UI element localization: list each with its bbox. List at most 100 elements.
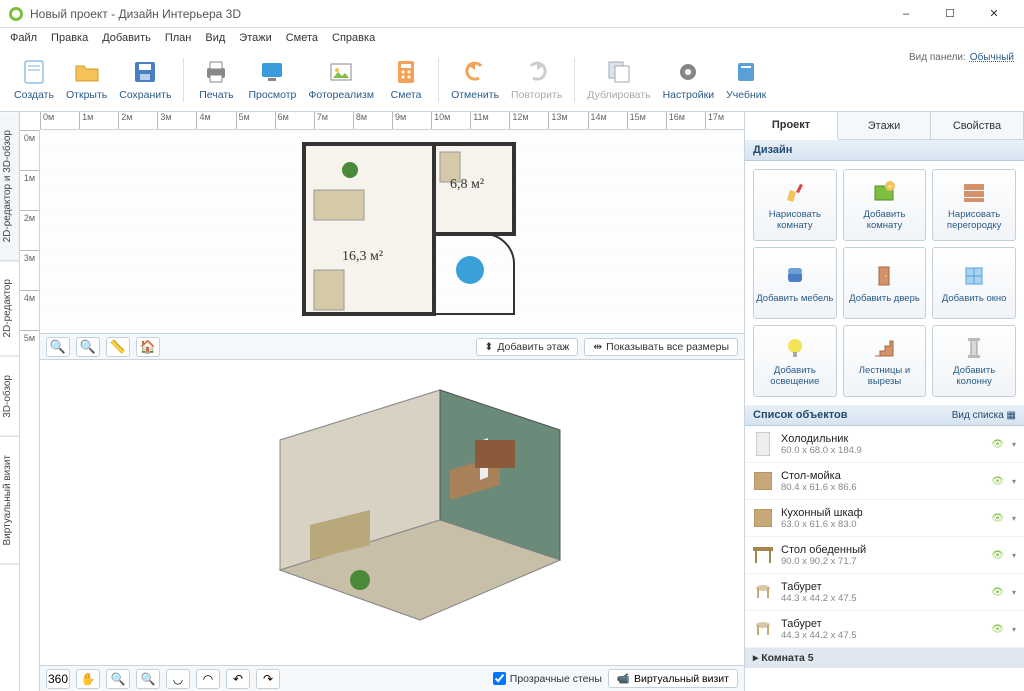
list-item[interactable]: Холодильник60.0 x 68.0 x 184.9👁▾ (745, 426, 1024, 463)
add-furniture-button[interactable]: Добавить мебель (753, 247, 837, 319)
tab-properties[interactable]: Свойства (931, 112, 1024, 139)
maximize-button[interactable]: ☐ (928, 1, 972, 27)
preview-button[interactable]: Просмотр (242, 56, 302, 103)
tab-floors[interactable]: Этажи (838, 112, 931, 139)
chevron-down-icon[interactable]: ▾ (1012, 477, 1016, 486)
measure-button[interactable]: 📏 (106, 337, 130, 357)
home-button[interactable]: 🏠 (136, 337, 160, 357)
printer-icon (200, 58, 232, 86)
zoom-out-3d-button[interactable]: 🔍 (106, 669, 130, 689)
chevron-down-icon[interactable]: ▾ (1012, 440, 1016, 449)
redo-icon (521, 58, 553, 86)
add-column-button[interactable]: Добавить колонну (932, 325, 1016, 397)
transparent-walls-checkbox[interactable]: Прозрачные стены (493, 672, 602, 685)
file-new-icon (18, 58, 50, 86)
objects-section-header: Список объектов Вид списка ▦ (745, 405, 1024, 426)
undo-icon (459, 58, 491, 86)
menu-plan[interactable]: План (165, 32, 192, 44)
vtab-2d[interactable]: 2D-редактор (0, 261, 19, 357)
pencil-icon (781, 178, 809, 206)
vertical-tabs: 2D-редактор и 3D-обзор 2D-редактор 3D-об… (0, 112, 20, 691)
visibility-icon[interactable]: 👁 (991, 439, 1004, 450)
list-item[interactable]: Стол-мойка80.4 x 61.6 x 86.6👁▾ (745, 463, 1024, 500)
tutorial-button[interactable]: Учебник (720, 56, 772, 103)
plan-3d-view[interactable]: 360 ✋ 🔍 🔍 ◡ ◠ ↶ ↷ Прозрачные стены 📹Вирт… (40, 360, 744, 691)
stairs-cutouts-button[interactable]: Лестницы и вырезы (843, 325, 927, 397)
add-floor-button[interactable]: ⬍Добавить этаж (476, 338, 579, 356)
close-button[interactable]: ✕ (972, 1, 1016, 27)
menu-edit[interactable]: Правка (51, 32, 88, 44)
duplicate-button[interactable]: Дублировать (581, 56, 656, 103)
estimate-button[interactable]: Смета (380, 56, 432, 103)
menu-help[interactable]: Справка (332, 32, 375, 44)
add-room-button[interactable]: +Добавить комнату (843, 169, 927, 241)
zoom-in-3d-button[interactable]: 🔍 (136, 669, 160, 689)
tilt-down-button[interactable]: ◡ (166, 669, 190, 689)
app-icon (8, 6, 24, 22)
menu-add[interactable]: Добавить (102, 32, 151, 44)
vtab-3d[interactable]: 3D-обзор (0, 357, 19, 437)
stool-icon (753, 616, 773, 642)
chair-icon (781, 262, 809, 290)
list-view-toggle[interactable]: Вид списка ▦ (952, 410, 1016, 421)
chevron-down-icon[interactable]: ▾ (1012, 588, 1016, 597)
visibility-icon[interactable]: 👁 (991, 550, 1004, 561)
cabinet-icon (753, 505, 773, 531)
toolbar-2d: 🔍 🔍 📏 🏠 ⬍Добавить этаж ⇹Показывать все р… (40, 333, 744, 359)
chevron-down-icon[interactable]: ▾ (1012, 625, 1016, 634)
virtual-visit-button[interactable]: 📹Виртуальный визит (608, 669, 738, 688)
folder-open-icon (71, 58, 103, 86)
vtab-virtual[interactable]: Виртуальный визит (0, 437, 19, 565)
zoom-out-2d-button[interactable]: 🔍 (46, 337, 70, 357)
rotate-left-button[interactable]: ↶ (226, 669, 250, 689)
add-lighting-button[interactable]: Добавить освещение (753, 325, 837, 397)
visibility-icon[interactable]: 👁 (991, 476, 1004, 487)
tilt-up-button[interactable]: ◠ (196, 669, 220, 689)
print-button[interactable]: Печать (190, 56, 242, 103)
visibility-icon[interactable]: 👁 (991, 513, 1004, 524)
list-item[interactable]: Стол обеденный90.0 x 90.2 x 71.7👁▾ (745, 537, 1024, 574)
minimize-button[interactable]: – (884, 1, 928, 27)
menu-estimate[interactable]: Смета (286, 32, 318, 44)
undo-button[interactable]: Отменить (445, 56, 505, 103)
visibility-icon[interactable]: 👁 (991, 624, 1004, 635)
object-list: Холодильник60.0 x 68.0 x 184.9👁▾ Стол-мо… (745, 426, 1024, 691)
panel-view-link[interactable]: Обычный (970, 52, 1014, 63)
list-item[interactable]: Табурет44.3 x 44.2 x 47.5👁▾ (745, 574, 1024, 611)
rotate-right-button[interactable]: ↷ (256, 669, 280, 689)
redo-button[interactable]: Повторить (505, 56, 568, 103)
ruler-vertical: 0м1м2м3м4м5м (20, 130, 40, 691)
visibility-icon[interactable]: 👁 (991, 587, 1004, 598)
room-group-row[interactable]: ▸ Комната 5 (745, 648, 1024, 668)
duplicate-icon (603, 58, 635, 86)
open-button[interactable]: Открыть (60, 56, 113, 103)
list-item[interactable]: Табурет44.3 x 44.2 x 47.5👁▾ (745, 611, 1024, 648)
add-door-button[interactable]: Добавить дверь (843, 247, 927, 319)
chevron-down-icon[interactable]: ▾ (1012, 514, 1016, 523)
add-window-button[interactable]: Добавить окно (932, 247, 1016, 319)
tab-project[interactable]: Проект (745, 112, 838, 140)
window-icon (960, 262, 988, 290)
stairs-icon (870, 334, 898, 362)
vtab-2d-3d[interactable]: 2D-редактор и 3D-обзор (0, 112, 19, 261)
room-icon: + (870, 178, 898, 206)
chevron-down-icon[interactable]: ▾ (1012, 551, 1016, 560)
draw-partition-button[interactable]: Нарисовать перегородку (932, 169, 1016, 241)
zoom-in-2d-button[interactable]: 🔍 (76, 337, 100, 357)
menu-view[interactable]: Вид (205, 32, 225, 44)
plan-2d-view[interactable]: 16,3 м² 6,8 м² 🔍 🔍 📏 🏠 ⬍Добавить этаж ⇹П… (40, 130, 744, 360)
save-icon (129, 58, 161, 86)
save-button[interactable]: Сохранить (113, 56, 177, 103)
menu-file[interactable]: Файл (10, 32, 37, 44)
pan-button[interactable]: ✋ (76, 669, 100, 689)
canvas-area: 0м1м2м3м4м5м6м7м8м9м10м11м12м13м14м15м16… (20, 112, 744, 691)
create-button[interactable]: Создать (8, 56, 60, 103)
settings-button[interactable]: Настройки (657, 56, 721, 103)
photoreal-button[interactable]: Фотореализм (302, 56, 380, 103)
draw-room-button[interactable]: Нарисовать комнату (753, 169, 837, 241)
show-dims-button[interactable]: ⇹Показывать все размеры (584, 338, 738, 356)
rotate-360-button[interactable]: 360 (46, 669, 70, 689)
list-item[interactable]: Кухонный шкаф63.0 x 61.6 x 83.0👁▾ (745, 500, 1024, 537)
menubar: Файл Правка Добавить План Вид Этажи Смет… (0, 28, 1024, 48)
menu-floors[interactable]: Этажи (239, 32, 271, 44)
